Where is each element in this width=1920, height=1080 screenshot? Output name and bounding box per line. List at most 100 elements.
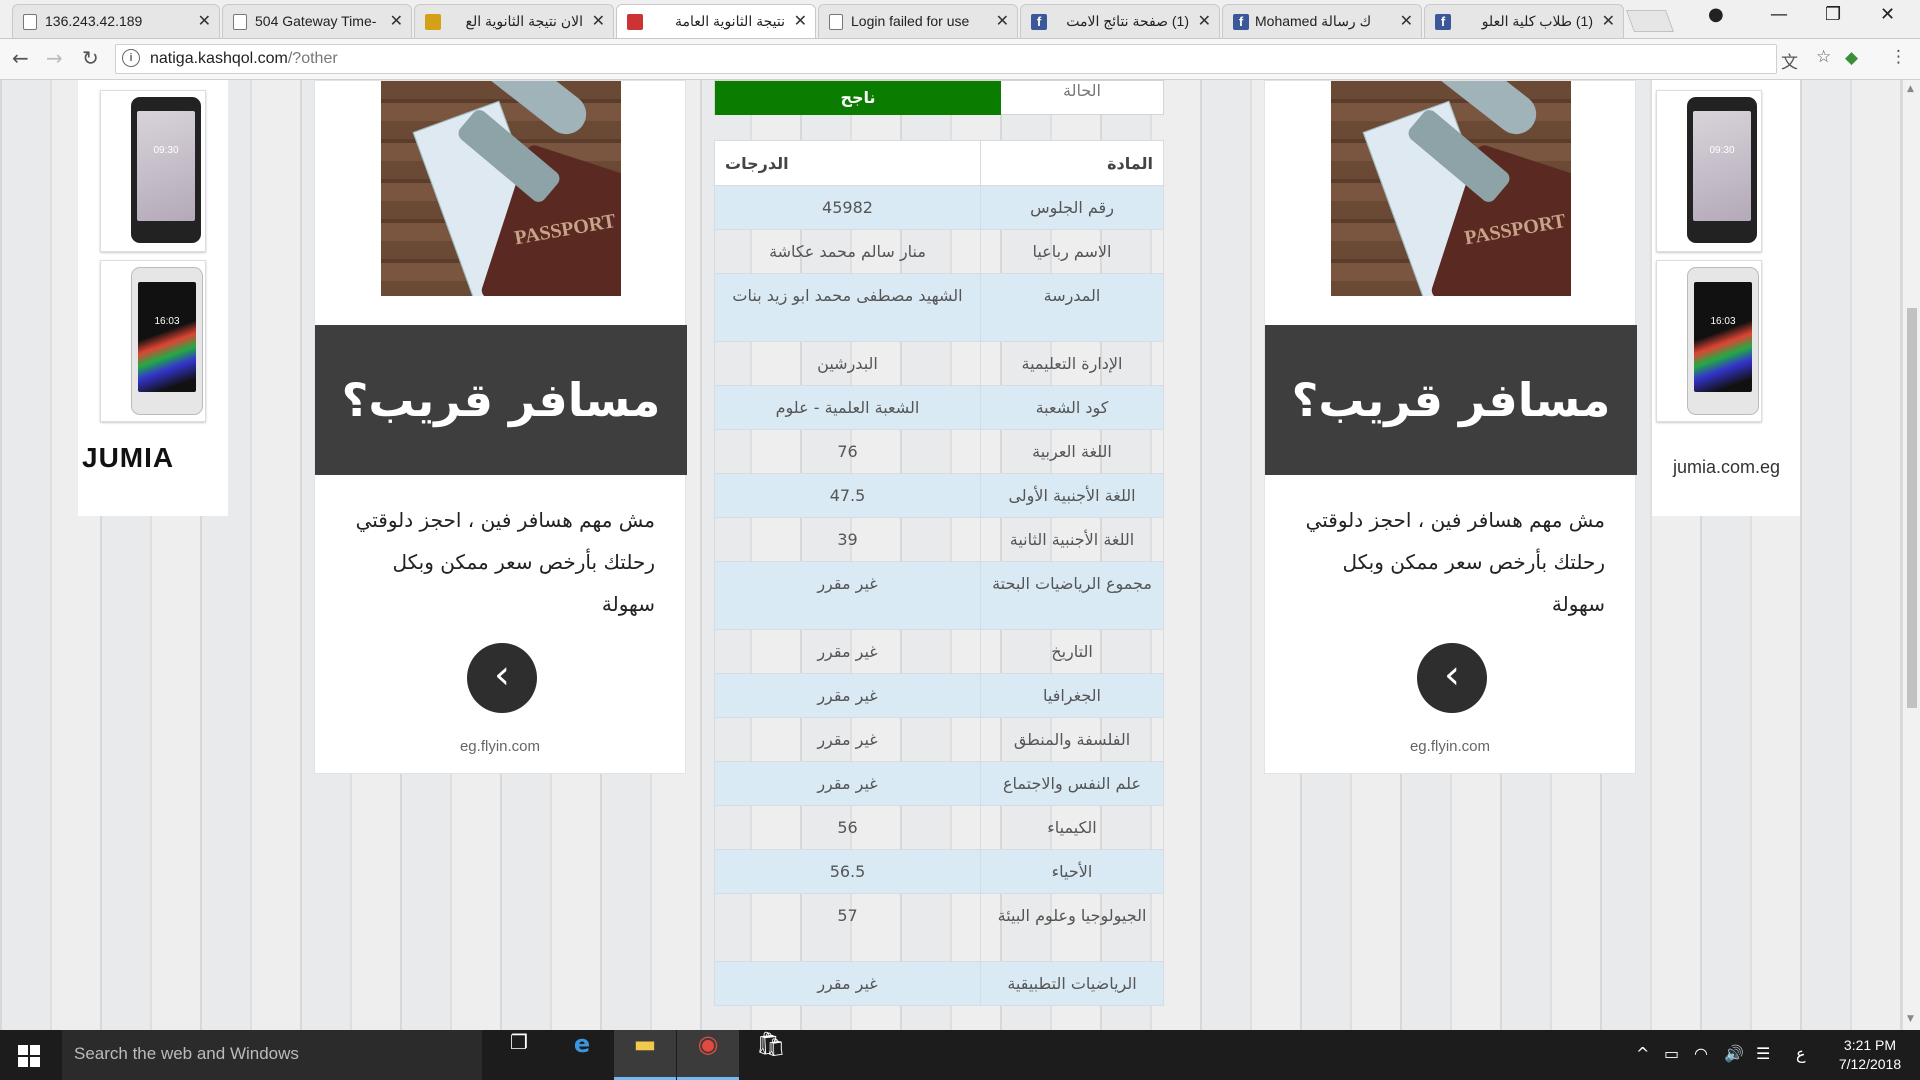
- browser-tab[interactable]: f Mohamed ك رسالة ✕: [1222, 4, 1422, 38]
- header-subject: المادة: [980, 140, 1164, 186]
- taskbar-search-box[interactable]: Search the web and Windows: [62, 1030, 482, 1080]
- page-icon: [233, 14, 247, 30]
- table-row: الجغرافيا غير مقرر: [714, 673, 1164, 718]
- result-status-row: ناجح الحالة: [714, 80, 1164, 115]
- close-icon[interactable]: ✕: [1198, 11, 1211, 30]
- grade-cell: غير مقرر: [714, 961, 981, 1006]
- phone-image: 09:30: [1687, 97, 1757, 243]
- input-language[interactable]: ع: [1796, 1044, 1806, 1063]
- left-travel-ad[interactable]: PASSPORT مسافر قريب؟ مش مهم هسافر فين ، …: [314, 80, 687, 774]
- browser-tab[interactable]: Login failed for use ✕: [818, 4, 1018, 38]
- battery-icon[interactable]: ▭: [1664, 1044, 1679, 1063]
- right-travel-ad[interactable]: PASSPORT مسافر قريب؟ مش مهم هسافر فين ، …: [1264, 80, 1637, 774]
- facebook-icon: f: [1031, 14, 1047, 30]
- volume-icon[interactable]: 🔊: [1724, 1044, 1744, 1063]
- close-icon[interactable]: ✕: [592, 11, 605, 30]
- phone-clock: 16:03: [1710, 316, 1736, 327]
- close-icon[interactable]: ✕: [996, 11, 1009, 30]
- ad-arrow-button[interactable]: ‹: [467, 643, 537, 713]
- phone-ad-card[interactable]: 16:03: [100, 260, 206, 422]
- page-icon: [23, 14, 37, 30]
- ad-domain[interactable]: eg.flyin.com: [1265, 738, 1635, 755]
- travel-ad-image: PASSPORT: [1331, 81, 1571, 296]
- address-bar[interactable]: i natiga.kashqol.com/?other 文 ☆: [115, 44, 1831, 74]
- close-icon[interactable]: ✕: [1400, 11, 1413, 30]
- browser-tab-active[interactable]: نتيجة الثانوية العامة ✕: [616, 4, 816, 38]
- maximize-icon[interactable]: ❐: [1825, 4, 1841, 25]
- forward-arrow-icon[interactable]: →: [46, 46, 63, 70]
- browser-tab[interactable]: f (1) طلاب كلية العلو ✕: [1424, 4, 1624, 38]
- menu-icon[interactable]: ⋮: [1890, 47, 1907, 67]
- scrollbar-thumb[interactable]: [1907, 308, 1917, 708]
- subject-cell: الجغرافيا: [980, 673, 1164, 718]
- page-scrollbar[interactable]: ▲ ▼: [1902, 80, 1920, 1030]
- tab-title: الان نتيجة الثانوية الع: [465, 13, 584, 29]
- chrome-icon[interactable]: ◉: [677, 1030, 739, 1080]
- grade-cell: غير مقرر: [714, 629, 981, 674]
- browser-tab[interactable]: الان نتيجة الثانوية الع ✕: [414, 4, 614, 38]
- translate-icon[interactable]: 文: [1781, 48, 1798, 73]
- passport-text: PASSPORT: [1462, 209, 1568, 250]
- task-view-icon[interactable]: ❐: [488, 1030, 550, 1080]
- scroll-down-icon[interactable]: ▼: [1907, 1014, 1914, 1024]
- browser-tab-strip: 136.243.42.189 ✕ 504 Gateway Time- ✕ الا…: [0, 0, 1920, 39]
- profile-icon[interactable]: ●: [1708, 4, 1724, 25]
- taskbar-clock[interactable]: 3:21 PM 7/12/2018: [1820, 1036, 1920, 1074]
- phone-ad-card[interactable]: 16:03: [1656, 260, 1762, 422]
- subject-cell: الاسم رباعيا: [980, 229, 1164, 274]
- file-explorer-icon[interactable]: ▬: [614, 1030, 676, 1080]
- close-icon[interactable]: ✕: [390, 11, 403, 30]
- store-icon[interactable]: 🛍: [740, 1030, 802, 1080]
- travel-ad-image: PASSPORT: [381, 81, 621, 296]
- extension-icon[interactable]: ◆: [1845, 48, 1858, 68]
- jumia-logo[interactable]: JUMIA: [82, 442, 174, 474]
- table-row: علم النفس والاجتماع غير مقرر: [714, 761, 1164, 806]
- left-side-ad[interactable]: 09:30 16:03 JUMIA: [78, 80, 228, 516]
- status-label: الحالة: [1063, 81, 1101, 100]
- notifications-icon[interactable]: ☰: [1756, 1044, 1770, 1063]
- close-icon[interactable]: ✕: [198, 11, 211, 30]
- browser-tab[interactable]: f (1) صفحة نتائج الامت ✕: [1020, 4, 1220, 38]
- jumia-url[interactable]: jumia.com.eg: [1673, 457, 1780, 478]
- subject-cell: المدرسة: [980, 273, 1164, 342]
- grade-cell: منار سالم محمد عكاشة: [714, 229, 981, 274]
- browser-tab[interactable]: 136.243.42.189 ✕: [12, 4, 220, 38]
- show-hidden-icons-icon[interactable]: ^: [1636, 1044, 1649, 1063]
- window-close-icon[interactable]: ✕: [1880, 4, 1895, 25]
- bookmark-star-icon[interactable]: ☆: [1816, 47, 1831, 67]
- clock-time: 3:21 PM: [1843, 1037, 1897, 1053]
- table-row: الأحياء 56.5: [714, 849, 1164, 894]
- tab-title: (1) طلاب كلية العلو: [1481, 13, 1593, 29]
- new-tab-button[interactable]: [1625, 10, 1675, 32]
- phone-image: 16:03: [1687, 267, 1759, 415]
- url-path: /?other: [287, 50, 338, 67]
- edge-icon[interactable]: e: [551, 1030, 613, 1080]
- close-icon[interactable]: ✕: [1602, 11, 1615, 30]
- minimize-icon[interactable]: —: [1770, 4, 1788, 25]
- reload-icon[interactable]: ↻: [82, 46, 99, 70]
- phone-image: 16:03: [131, 267, 203, 415]
- back-arrow-icon[interactable]: ←: [12, 46, 29, 70]
- phone-ad-card[interactable]: 09:30: [1656, 90, 1762, 252]
- tab-title: Mohamed ك رسالة: [1255, 13, 1372, 29]
- scroll-up-icon[interactable]: ▲: [1907, 84, 1914, 94]
- grade-cell: غير مقرر: [714, 717, 981, 762]
- table-row: رقم الجلوس 45982: [714, 185, 1164, 230]
- table-row: الجيولوجيا وعلوم البيئة 57: [714, 893, 1164, 962]
- table-row: الرياضيات التطبيقية غير مقرر: [714, 961, 1164, 1006]
- grade-cell: البدرشين: [714, 341, 981, 386]
- tab-title: نتيجة الثانوية العامة: [674, 13, 785, 29]
- url-text[interactable]: natiga.kashqol.com/?other: [150, 50, 338, 68]
- subject-cell: مجموع الرياضيات البحتة: [980, 561, 1164, 630]
- info-icon[interactable]: i: [122, 49, 140, 67]
- ad-domain[interactable]: eg.flyin.com: [315, 738, 685, 755]
- wifi-icon[interactable]: ◠: [1694, 1044, 1708, 1063]
- browser-tab[interactable]: 504 Gateway Time- ✕: [222, 4, 412, 38]
- phone-ad-card[interactable]: 09:30: [100, 90, 206, 252]
- subject-cell: الرياضيات التطبيقية: [980, 961, 1164, 1006]
- browser-toolbar: ← → ↻ i natiga.kashqol.com/?other 文 ☆ ◆ …: [0, 39, 1920, 80]
- right-side-ad[interactable]: 09:30 16:03 jumia.com.eg: [1652, 80, 1800, 516]
- ad-arrow-button[interactable]: ‹: [1417, 643, 1487, 713]
- windows-start-icon[interactable]: [18, 1045, 40, 1067]
- close-icon[interactable]: ✕: [794, 11, 807, 30]
